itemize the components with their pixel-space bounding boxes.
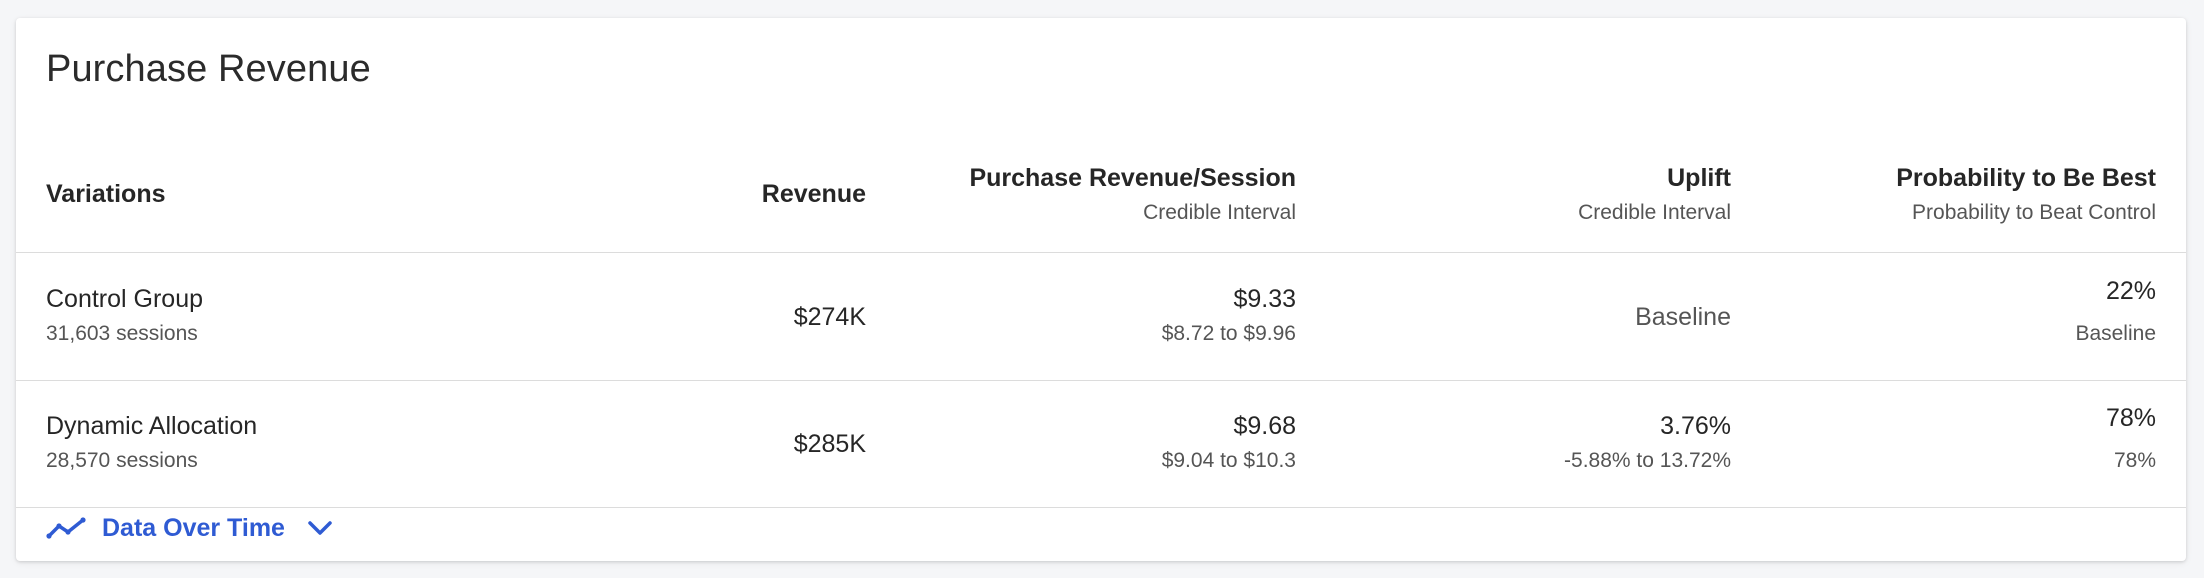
variation-name: Dynamic Allocation	[46, 412, 258, 440]
uplift-baseline: Baseline	[1635, 303, 1731, 331]
revenue-per-session-cell: $9.33 $8.72 to $9.96	[896, 285, 1296, 346]
revenue-per-session-value: $9.33	[1233, 285, 1296, 313]
data-over-time-toggle[interactable]: Data Over Time	[46, 508, 333, 548]
card-title: Purchase Revenue	[46, 48, 371, 90]
column-header-subtitle: Credible Interval	[1143, 201, 1296, 224]
trend-line-icon	[46, 516, 86, 540]
credible-interval: $9.04 to $10.3	[1161, 449, 1296, 472]
column-header-title: Uplift	[1667, 164, 1731, 192]
probability-to-beat-control-value: Baseline	[2075, 322, 2156, 345]
column-header-subtitle: Credible Interval	[1578, 201, 1731, 224]
credible-interval: -5.88% to 13.72%	[1564, 449, 1731, 472]
credible-interval: $8.72 to $9.96	[1161, 322, 1296, 345]
chevron-down-icon[interactable]	[307, 519, 333, 537]
probability-to-be-best-value: 78%	[2105, 404, 2156, 432]
column-header-revenue-per-session: Purchase Revenue/Session Credible Interv…	[896, 164, 1296, 225]
uplift-cell: 3.76% -5.88% to 13.72%	[1316, 412, 1731, 473]
revenue-cell: $274K	[793, 303, 866, 331]
column-header-uplift: Uplift Credible Interval	[1316, 164, 1731, 225]
uplift-cell: Baseline	[1316, 303, 1731, 332]
probability-cell: 22% Baseline	[1756, 277, 2156, 346]
revenue-cell: $285K	[793, 430, 866, 458]
revenue-per-session-value: $9.68	[1233, 412, 1296, 440]
column-header-variations: Variations	[46, 180, 166, 208]
data-over-time-label: Data Over Time	[102, 513, 285, 542]
revenue-per-session-cell: $9.68 $9.04 to $10.3	[896, 412, 1296, 473]
uplift-value: 3.76%	[1660, 412, 1731, 440]
probability-to-beat-control-value: 78%	[2113, 449, 2156, 472]
variation-cell: Control Group 31,603 sessions	[46, 285, 646, 346]
column-header-revenue: Revenue	[761, 180, 866, 208]
variation-cell: Dynamic Allocation 28,570 sessions	[46, 412, 646, 473]
column-header-subtitle: Probability to Beat Control	[1912, 201, 2156, 224]
variation-name: Control Group	[46, 285, 204, 313]
table-header: Variations Revenue Purchase Revenue/Sess…	[16, 140, 2186, 253]
table-row-control-group: Control Group 31,603 sessions $274K $9.3…	[16, 253, 2186, 381]
variation-sessions: 28,570 sessions	[46, 449, 198, 472]
probability-to-be-best-value: 22%	[2105, 277, 2156, 305]
probability-cell: 78% 78%	[1756, 404, 2156, 473]
variation-sessions: 31,603 sessions	[46, 322, 198, 345]
table-row-dynamic-allocation: Dynamic Allocation 28,570 sessions $285K…	[16, 380, 2186, 508]
purchase-revenue-card: Purchase Revenue Variations Revenue Purc…	[16, 18, 2186, 561]
column-header-title: Probability to Be Best	[1896, 164, 2156, 192]
column-header-title: Purchase Revenue/Session	[969, 164, 1296, 192]
column-header-probability-to-be-best: Probability to Be Best Probability to Be…	[1756, 164, 2156, 225]
